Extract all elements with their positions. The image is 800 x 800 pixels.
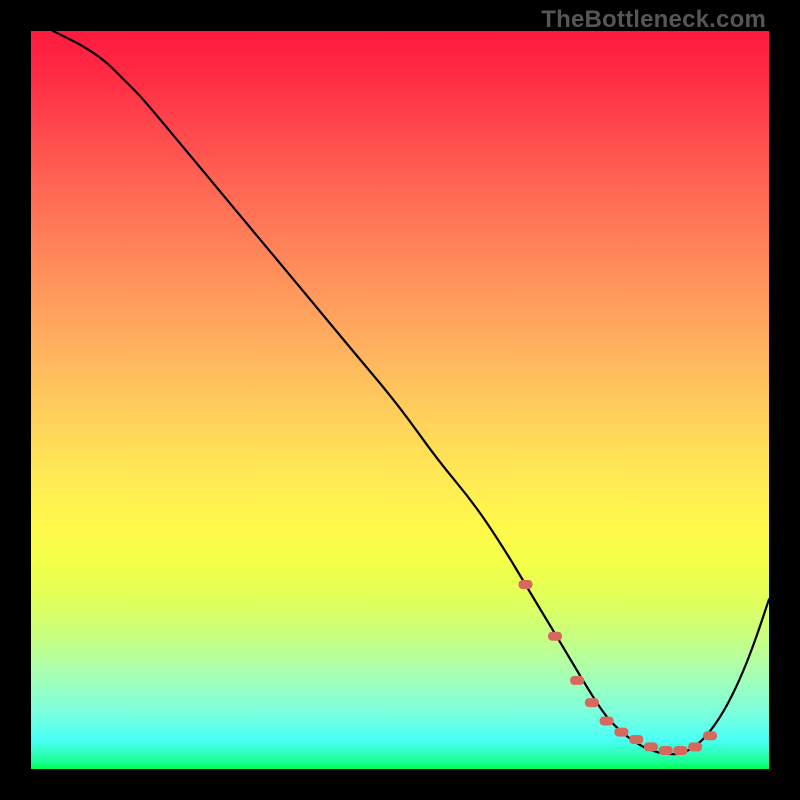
optimum-marker (659, 746, 673, 755)
optimum-marker (600, 717, 614, 726)
optimum-marker (688, 742, 702, 751)
optimum-marker (614, 728, 628, 737)
optimum-marker (519, 580, 533, 589)
bottleneck-curve-line (53, 31, 769, 754)
optimum-marker (629, 735, 643, 744)
optimum-marker (673, 746, 687, 755)
optimum-marker (570, 676, 584, 685)
chart-plot-area (31, 31, 769, 769)
chart-svg-layer (31, 31, 769, 769)
optimum-region-markers (519, 580, 718, 755)
watermark-text: TheBottleneck.com (541, 6, 766, 34)
optimum-marker (703, 731, 717, 740)
chart-frame: TheBottleneck.com (0, 0, 800, 800)
optimum-marker (585, 698, 599, 707)
optimum-marker (548, 632, 562, 641)
optimum-marker (644, 742, 658, 751)
